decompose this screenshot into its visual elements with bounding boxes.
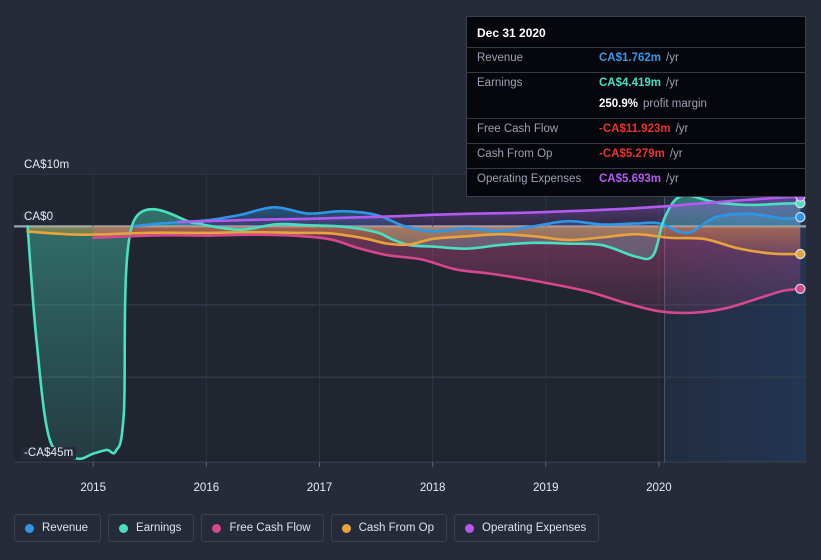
- legend-color-dot-icon: [341, 523, 351, 533]
- legend-item-earnings[interactable]: Earnings: [108, 514, 195, 542]
- legend-item-operating-expenses[interactable]: Operating Expenses: [454, 514, 600, 542]
- x-axis-label: 2015: [80, 482, 106, 494]
- x-axis-label: 2020: [646, 482, 672, 494]
- tooltip-row-suffix: /yr: [666, 173, 679, 185]
- mask-bottom: [0, 463, 821, 560]
- tooltip-row-suffix: profit margin: [643, 98, 707, 110]
- tooltip-row-suffix: /yr: [675, 123, 689, 135]
- mask-right: [807, 0, 821, 560]
- mask-left: [0, 0, 14, 560]
- tooltip-row-key: Operating Expenses: [477, 173, 582, 185]
- tooltip-row-suffix: /yr: [666, 77, 679, 89]
- tooltip-row-key: Free Cash Flow: [477, 123, 559, 135]
- legend-item-label: Revenue: [42, 522, 89, 534]
- tooltip-row-value: -CA$5.279m: [599, 148, 665, 160]
- legend-item-cash-from-op[interactable]: Cash From Op: [330, 514, 448, 542]
- tooltip-row-value: CA$5.693m: [599, 173, 662, 185]
- tooltip-row: Earnings CA$4.419m/yr: [467, 72, 805, 97]
- tooltip-row-suffix: /yr: [669, 148, 683, 160]
- legend-color-dot-icon: [119, 523, 129, 533]
- legend-item-label: Free Cash Flow: [229, 522, 311, 534]
- tooltip-row-key: Revenue: [477, 52, 524, 64]
- tooltip-row: Revenue CA$1.762m/yr: [467, 47, 805, 72]
- legend-item-free-cash-flow[interactable]: Free Cash Flow: [201, 514, 324, 542]
- legend-item-revenue[interactable]: Revenue: [14, 514, 102, 542]
- tooltip-row: Cash From Op -CA$5.279m/yr: [467, 143, 805, 168]
- tooltip-row-key: Cash From Op: [477, 148, 553, 160]
- y-axis-label: -CA$45m: [21, 447, 77, 459]
- tooltip-row: Operating Expenses CA$5.693m/yr: [467, 168, 805, 193]
- x-axis-label: 2017: [306, 482, 333, 494]
- endpoint-cash-from-op[interactable]: [795, 248, 806, 260]
- legend-item-label: Cash From Op: [358, 522, 435, 534]
- x-axis-label: 2016: [193, 482, 220, 494]
- tooltip-row-value: -CA$11.923m: [599, 123, 671, 135]
- endpoint-revenue[interactable]: [795, 211, 806, 223]
- legend-color-dot-icon: [212, 523, 222, 533]
- tooltip-row-value: CA$4.419m: [599, 77, 662, 89]
- tooltip-rows: Revenue CA$1.762m/yr Earnings CA$4.419m/yr 2…: [467, 47, 805, 193]
- tooltip-row: 250.9% profit margin: [467, 97, 805, 118]
- legend-item-label: Operating Expenses: [482, 522, 587, 534]
- legend-color-dot-icon: [465, 523, 475, 533]
- tooltip-row: Free Cash Flow -CA$11.923m/yr: [467, 118, 805, 143]
- endpoint-free-cash-flow[interactable]: [795, 283, 806, 294]
- tooltip-row-value: CA$1.762m: [599, 52, 662, 64]
- chart-legend[interactable]: Revenue Earnings Free Cash Flow Cash From O…: [14, 514, 600, 542]
- y-axis-label: CA$0: [21, 211, 57, 224]
- legend-item-label: Earnings: [136, 522, 182, 534]
- x-axis-label: 2019: [532, 482, 559, 494]
- x-axis-label: 2018: [419, 482, 446, 494]
- legend-color-dot-icon: [25, 523, 34, 533]
- tooltip-row-value: 250.9%: [599, 98, 639, 110]
- tooltip-row-key: Earnings: [477, 77, 523, 89]
- tooltip-row-suffix: /yr: [666, 52, 679, 64]
- chart-tooltip: Dec 31 2020 Revenue CA$1.762m/yr Earnings C…: [466, 16, 806, 197]
- tooltip-date: Dec 31 2020: [477, 26, 546, 40]
- y-axis-label: CA$10m: [21, 159, 73, 171]
